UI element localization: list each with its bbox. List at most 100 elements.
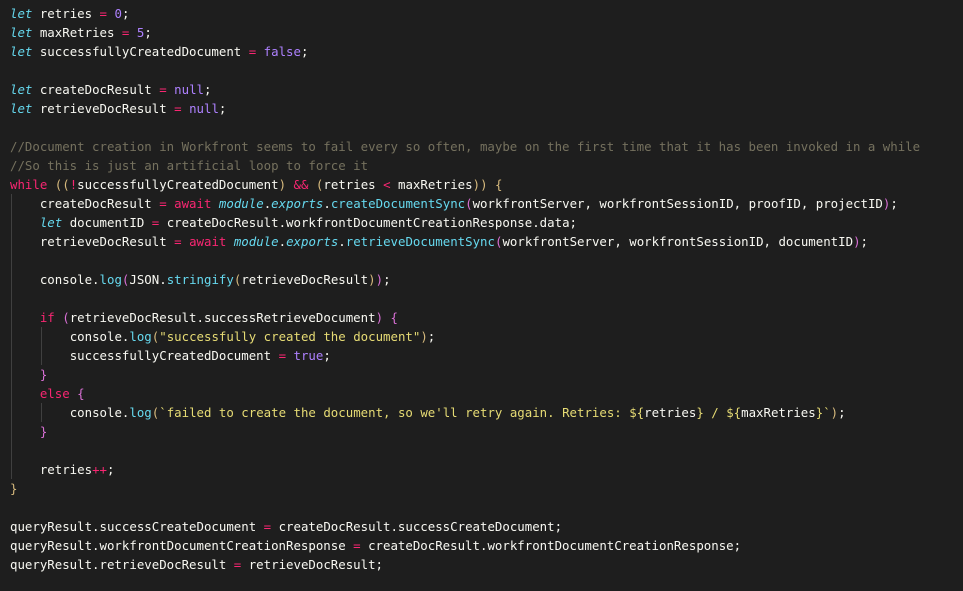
code-line[interactable]: createDocResult = await module.exports.c…: [0, 194, 963, 213]
code-line[interactable]: let createDocResult = null;: [0, 80, 963, 99]
code-line[interactable]: if (retrieveDocResult.successRetrieveDoc…: [0, 308, 963, 327]
code-line[interactable]: [0, 61, 963, 80]
code-token: ${: [726, 405, 742, 420]
code-line[interactable]: console.log(JSON.stringify(retrieveDocRe…: [0, 270, 963, 289]
code-line[interactable]: queryResult.successCreateDocument = crea…: [0, 517, 963, 536]
code-token: retrieveDocResult;: [241, 557, 384, 572]
indent-guide: [11, 270, 12, 289]
code-line[interactable]: let retries = 0;: [0, 4, 963, 23]
indent-guide: [11, 384, 12, 403]
code-token: ;: [204, 82, 212, 97]
code-token: ): [375, 272, 384, 287]
code-line[interactable]: }: [0, 422, 963, 441]
code-token: module: [233, 234, 279, 249]
code-token: =: [174, 234, 182, 249]
code-line[interactable]: queryResult.workfrontDocumentCreationRes…: [0, 536, 963, 555]
code-token: &&: [293, 177, 309, 192]
indent-guide: [11, 460, 12, 479]
code-line[interactable]: queryResult.retrieveDocResult = retrieve…: [0, 555, 963, 574]
code-token: console.: [69, 405, 130, 420]
code-line[interactable]: let successfullyCreatedDocument = false;: [0, 42, 963, 61]
code-line[interactable]: }: [0, 479, 963, 498]
code-token: retries: [39, 462, 93, 477]
code-token: await: [174, 196, 212, 211]
code-token: ;: [890, 196, 898, 211]
indent-guide: [11, 232, 12, 251]
code-line[interactable]: //Document creation in Workfront seems t…: [0, 137, 963, 156]
code-line[interactable]: let maxRetries = 5;: [0, 23, 963, 42]
code-token: workfrontServer, workfrontSessionID, doc…: [502, 234, 854, 249]
code-token: retrieveDocResult: [39, 234, 175, 249]
code-token: workfrontServer, workfrontSessionID, pro…: [472, 196, 883, 211]
code-token: "successfully created the document": [159, 329, 421, 344]
code-line[interactable]: let retrieveDocResult = null;: [0, 99, 963, 118]
code-token: =: [263, 519, 272, 534]
code-token: (: [62, 310, 70, 325]
code-token: retrieveDocResult.successRetrieveDocumen…: [69, 310, 376, 325]
indent-guide: [11, 327, 12, 346]
code-token: ;: [323, 348, 331, 363]
indent-guide: [40, 403, 42, 422]
code-token: =: [353, 538, 361, 553]
code-token: //So this is just an artificial loop to …: [10, 158, 369, 173]
code-token: ;: [427, 329, 436, 344]
code-line[interactable]: while ((!successfullyCreatedDocument) &&…: [0, 175, 963, 194]
code-token: await: [189, 234, 227, 249]
code-token: =: [174, 101, 182, 116]
code-token: let: [10, 101, 33, 116]
indent-guide: [11, 194, 12, 213]
code-line[interactable]: [0, 251, 963, 270]
code-token: documentID: [62, 215, 152, 230]
code-token: (: [465, 196, 473, 211]
code-line[interactable]: }: [0, 365, 963, 384]
indent-guide: [11, 308, 12, 327]
code-token: }: [10, 481, 18, 496]
code-token: successfullyCreatedDocument: [32, 44, 249, 59]
code-token: =: [159, 196, 167, 211]
code-line[interactable]: console.log(`failed to create the docume…: [0, 403, 963, 422]
code-line[interactable]: let documentID = createDocResult.workfro…: [0, 213, 963, 232]
code-token: JSON.: [129, 272, 167, 287]
indent-guide: [11, 365, 12, 384]
code-token: createDocumentSync: [330, 196, 466, 211]
code-token: retries: [644, 405, 697, 420]
code-token: let: [39, 215, 63, 230]
code-editor[interactable]: let retries = 0; let maxRetries = 5; let s…: [0, 0, 963, 591]
code-token: successfullyCreatedDocument: [69, 348, 279, 363]
code-token: }`: [815, 405, 831, 420]
code-line[interactable]: [0, 289, 963, 308]
code-token: maxRetries: [32, 25, 122, 40]
code-token: }: [696, 405, 704, 420]
code-line[interactable]: [0, 118, 963, 137]
code-token: queryResult.retrieveDocResult: [10, 557, 234, 572]
code-token: ${: [629, 405, 645, 420]
code-token: //Document creation in Workfront seems t…: [10, 139, 921, 154]
code-line[interactable]: console.log("successfully created the do…: [0, 327, 963, 346]
code-line[interactable]: [0, 441, 963, 460]
code-token: if: [39, 310, 55, 325]
code-line[interactable]: //So this is just an artificial loop to …: [0, 156, 963, 175]
indent-guide: [40, 327, 42, 346]
code-line[interactable]: else {: [0, 384, 963, 403]
code-token: log: [129, 405, 152, 420]
code-token: createDocResult: [39, 196, 160, 211]
code-token: log: [129, 329, 152, 344]
code-line[interactable]: retries++;: [0, 460, 963, 479]
code-line[interactable]: [0, 498, 963, 517]
code-line[interactable]: retrieveDocResult = await module.exports…: [0, 232, 963, 251]
code-token: ): [375, 310, 384, 325]
code-token: .: [338, 234, 346, 249]
code-token: createDocResult.workfrontDocumentCreatio…: [360, 538, 742, 553]
code-token: ;: [838, 405, 846, 420]
code-token: queryResult.successCreateDocument: [10, 519, 264, 534]
code-line[interactable]: successfullyCreatedDocument = true;: [0, 346, 963, 365]
code-token: stringify: [166, 272, 234, 287]
code-token: exports: [286, 234, 339, 249]
